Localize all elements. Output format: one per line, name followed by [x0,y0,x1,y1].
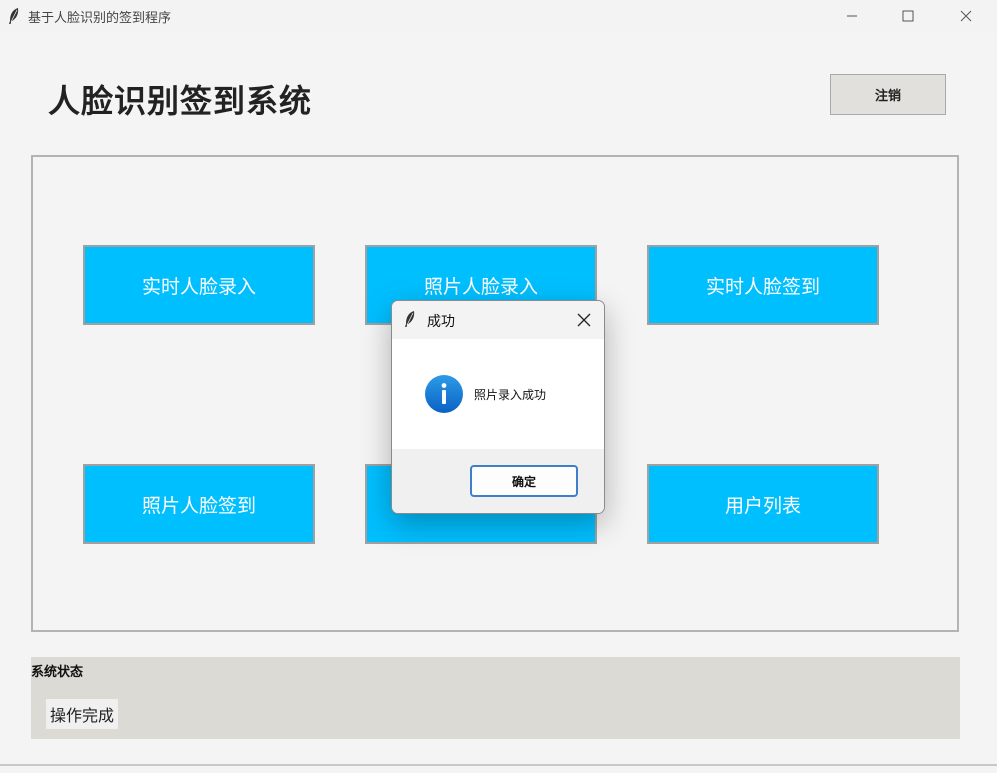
maximize-icon [902,10,914,22]
ok-button[interactable]: 确定 [470,465,578,497]
info-icon [425,375,463,413]
status-panel: 系统状态 操作完成 [31,657,960,739]
divider [0,764,997,766]
live-face-checkin-button[interactable]: 实时人脸签到 [647,245,879,325]
close-icon [577,313,591,327]
page-title: 人脸识别签到系统 [48,82,313,120]
success-dialog: 成功 照片录入成功 确定 [391,300,605,514]
live-face-enroll-button[interactable]: 实时人脸录入 [83,245,315,325]
photo-face-checkin-button[interactable]: 照片人脸签到 [83,464,315,544]
maximize-button[interactable] [885,0,931,32]
close-icon [960,10,972,22]
window-title: 基于人脸识别的签到程序 [28,11,172,26]
logout-button[interactable]: 注销 [830,74,946,115]
dialog-body: 照片录入成功 [392,339,604,449]
dialog-message: 照片录入成功 [474,388,547,402]
minimize-button[interactable] [829,0,875,32]
dialog-close-button[interactable] [574,310,594,330]
user-list-button[interactable]: 用户列表 [647,464,879,544]
dialog-title: 成功 [427,314,455,330]
close-button[interactable] [943,0,989,32]
feather-icon [405,311,415,327]
feather-icon [9,8,19,24]
title-bar[interactable]: 基于人脸识别的签到程序 [0,0,997,32]
dialog-title-bar[interactable]: 成功 [392,301,604,339]
status-text: 操作完成 [46,699,119,729]
dialog-footer: 确定 [392,449,604,513]
app-window: 基于人脸识别的签到程序 人脸识别签到系统 注销 实时人脸录入 照片人脸录入 实时… [0,0,997,773]
status-title: 系统状态 [31,665,84,680]
minimize-icon [847,15,857,17]
